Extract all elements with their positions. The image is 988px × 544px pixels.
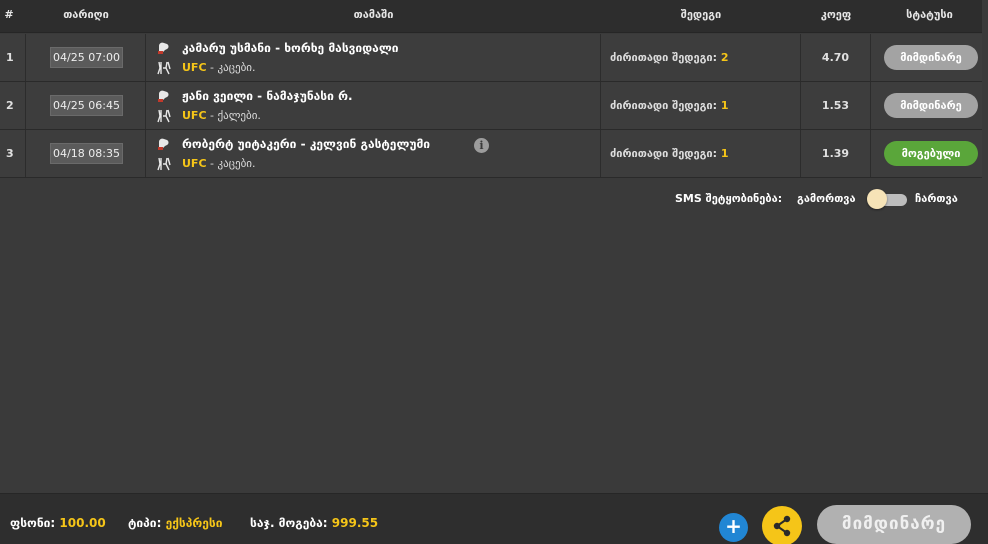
row-number: 3: [0, 130, 26, 177]
boxing-glove-icon: [158, 138, 169, 150]
event-title: რობერტ უიტაკერი - კელვინ გასტელუმი: [182, 137, 431, 151]
result-label: ძირითადი შედეგი:: [610, 99, 721, 112]
col-header-result: შედეგი: [680, 8, 722, 21]
col-header-status: სტატუსი: [906, 8, 953, 21]
event-category: - ქალები.: [206, 109, 261, 122]
row-odds: 4.70: [801, 34, 871, 81]
sms-toggle-knob[interactable]: [867, 189, 887, 209]
row-event-cell[interactable]: კამარუ უსმანი - ხორხე მასვიდალი UFC - კა…: [146, 34, 601, 81]
league-name: UFC: [182, 157, 207, 170]
event-title: კამარუ უსმანი - ხორხე მასვიდალი: [182, 41, 399, 55]
row-status-cell: მოგებული: [871, 130, 988, 177]
sms-on-label[interactable]: ჩართვა: [915, 188, 958, 210]
stake-info: ფსონი: 100.00: [10, 494, 106, 544]
share-icon: [773, 515, 791, 537]
result-value: 1: [720, 99, 729, 112]
plus-icon[interactable]: +: [719, 513, 748, 542]
col-header-event: თამაში: [353, 8, 394, 21]
event-title: ჟანი ვეილი - ნამაჯუნასი რ.: [182, 89, 353, 103]
win-info: საჯ. მოგება: 999.55: [250, 494, 378, 544]
row-date-cell: 04/18 08:35: [26, 130, 146, 177]
row-result: ძირითადი შედეგი: 1: [601, 82, 801, 129]
row-result: ძირითადი შედეგი: 2: [601, 34, 801, 81]
status-badge[interactable]: მიმდინარე: [884, 93, 978, 118]
result-value: 1: [720, 147, 729, 160]
row-status-cell: მიმდინარე: [871, 34, 988, 81]
type-info: ტიპი: ექსპრესი: [128, 494, 223, 544]
row-event-cell[interactable]: რობერტ უიტაკერი - კელვინ გასტელუმი i UFC…: [146, 130, 601, 177]
row-number: 1: [0, 34, 26, 81]
row-odds: 1.53: [801, 82, 871, 129]
result-label: ძირითადი შედეგი:: [610, 147, 721, 160]
row-date: 04/18 08:35: [50, 143, 123, 164]
status-badge[interactable]: მოგებული: [884, 141, 978, 166]
row-result: ძირითადი შედეგი: 1: [601, 130, 801, 177]
event-category: - კაცები.: [206, 157, 256, 170]
sms-toggle[interactable]: [867, 189, 909, 209]
ufc-fighters-icon: [157, 109, 171, 123]
row-date-cell: 04/25 07:00: [26, 34, 146, 81]
row-date: 04/25 06:45: [50, 95, 123, 116]
bet-footer: ფსონი: 100.00 ტიპი: ექსპრესი საჯ. მოგება…: [0, 493, 988, 544]
table-row: 2 04/25 06:45 ჟანი ვეილი - ნამაჯუნასი რ.…: [0, 82, 988, 130]
type-label: ტიპი:: [128, 516, 162, 530]
row-number: 2: [0, 82, 26, 129]
event-league-line: UFC - კაცები.: [182, 157, 255, 170]
row-event-cell[interactable]: ჟანი ვეილი - ნამაჯუნასი რ. UFC - ქალები.: [146, 82, 601, 129]
boxing-glove-icon: [158, 90, 169, 102]
col-header-date: თარიღი: [63, 8, 109, 21]
stake-value: 100.00: [59, 516, 106, 530]
result-value: 2: [720, 51, 729, 64]
ufc-fighters-icon: [157, 157, 171, 171]
col-header-num: #: [4, 8, 14, 21]
event-category: - კაცები.: [206, 61, 256, 74]
col-header-odds: კოეფ: [820, 8, 852, 21]
event-league-line: UFC - კაცები.: [182, 61, 255, 74]
type-value: ექსპრესი: [165, 516, 223, 530]
row-status-cell: მიმდინარე: [871, 82, 988, 129]
info-icon[interactable]: i: [474, 138, 489, 153]
table-row: 1 04/25 07:00 კამარუ უსმანი - ხორხე მასვ…: [0, 34, 988, 82]
ufc-fighters-icon: [157, 61, 171, 75]
stake-label: ფსონი:: [10, 516, 56, 530]
league-name: UFC: [182, 109, 207, 122]
table-row: 3 04/18 08:35 რობერტ უიტაკერი - კელვინ გ…: [0, 130, 988, 178]
win-value: 999.55: [331, 516, 379, 530]
share-button[interactable]: [762, 506, 802, 544]
sms-off-label[interactable]: გამორთვა: [797, 188, 856, 210]
win-label: საჯ. მოგება:: [250, 516, 328, 530]
current-bets-button[interactable]: მიმდინარე: [817, 505, 971, 544]
event-league-line: UFC - ქალები.: [182, 109, 261, 122]
row-odds: 1.39: [801, 130, 871, 177]
scrollbar[interactable]: [982, 0, 988, 400]
status-badge[interactable]: მიმდინარე: [884, 45, 978, 70]
row-date: 04/25 07:00: [50, 47, 123, 68]
boxing-glove-icon: [158, 42, 169, 54]
sms-label: SMS შეტყობინება:: [675, 192, 783, 205]
table-header: # თარიღი თამაში შედეგი კოეფ სტატუსი: [0, 0, 988, 33]
row-date-cell: 04/25 06:45: [26, 82, 146, 129]
result-label: ძირითადი შედეგი:: [610, 51, 721, 64]
league-name: UFC: [182, 61, 207, 74]
